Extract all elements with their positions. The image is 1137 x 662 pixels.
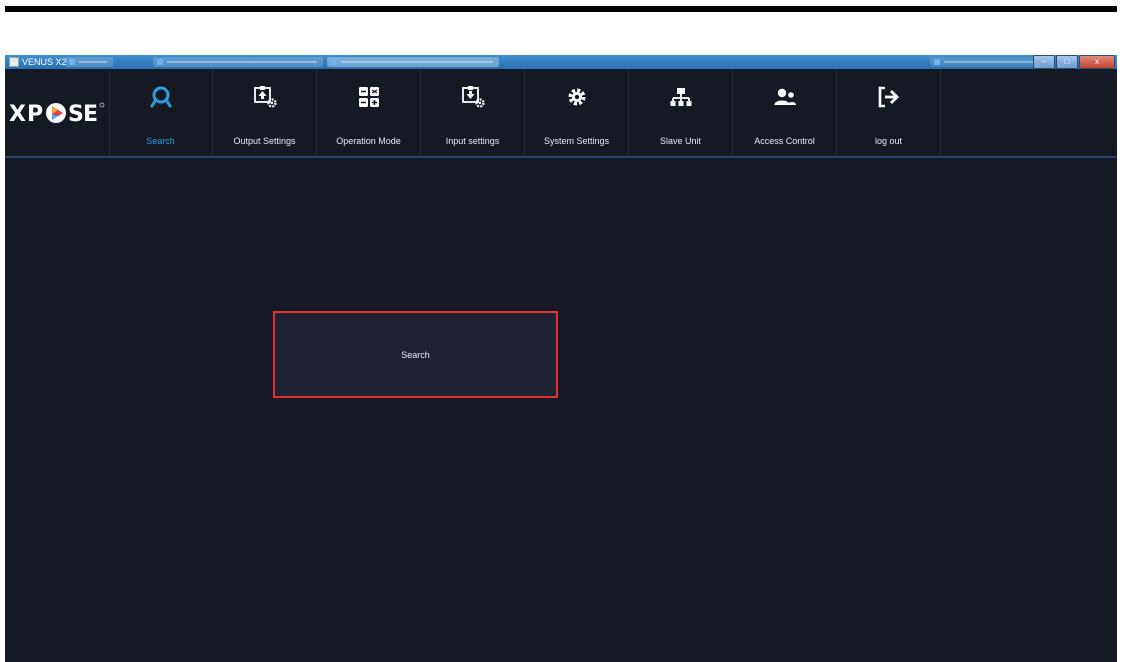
nav-label: Input settings [445,136,500,146]
search-button-label: Search [401,349,430,360]
taskbar-tab[interactable] [327,57,499,67]
close-button[interactable]: x [1079,55,1115,69]
network-icon [670,88,691,106]
nav-label: Output Settings [233,136,296,146]
nav-item-operation-mode[interactable]: Operation Mode [317,69,421,156]
maximize-button[interactable]: □ [1056,55,1078,69]
app-icon [9,57,19,67]
svg-text:P: P [27,102,43,125]
gear-icon [568,88,585,106]
nav-label: Access Control [754,136,815,146]
app-window: VENUS X2 – □ x X P S E Search Output Set… [5,55,1117,662]
search-icon [150,86,171,108]
nav-label: System Settings [543,136,610,146]
svg-text:S: S [68,102,84,125]
window-title-bar: VENUS X2 – □ x [5,55,1117,69]
taskbar-tab[interactable] [65,57,113,67]
svg-text:X: X [9,102,27,125]
top-divider-rule [5,6,1117,12]
taskbar-tab[interactable] [153,57,323,67]
nav-item-search[interactable]: Search [109,69,213,156]
nav-label: Search [146,136,175,146]
users-icon [774,88,796,105]
top-navigation: X P S E Search Output Settings Operation… [5,69,1117,158]
window-controls: – □ x [1033,55,1115,69]
nav-item-log-out[interactable]: log out [837,69,941,156]
nav-item-system-settings[interactable]: System Settings [525,69,629,156]
taskbar-tab[interactable] [930,57,1050,67]
nav-label: log out [874,136,903,146]
xpose-logo: X P S E [5,69,110,156]
output-settings-icon [253,86,277,108]
logout-icon [878,86,899,108]
search-button[interactable]: Search [273,311,558,398]
nav-label: Slave Unit [659,136,702,146]
window-title: VENUS X2 [9,56,67,68]
operation-mode-icon [358,87,379,107]
minimize-button[interactable]: – [1033,55,1055,69]
window-title-text: VENUS X2 [22,57,67,67]
svg-text:E: E [83,102,98,125]
nav-item-slave-unit[interactable]: Slave Unit [629,69,733,156]
nav-item-input-settings[interactable]: Input settings [421,69,525,156]
input-settings-icon [461,86,485,108]
nav-item-output-settings[interactable]: Output Settings [213,69,317,156]
nav-label: Operation Mode [336,136,401,146]
nav-item-access-control[interactable]: Access Control [733,69,837,156]
